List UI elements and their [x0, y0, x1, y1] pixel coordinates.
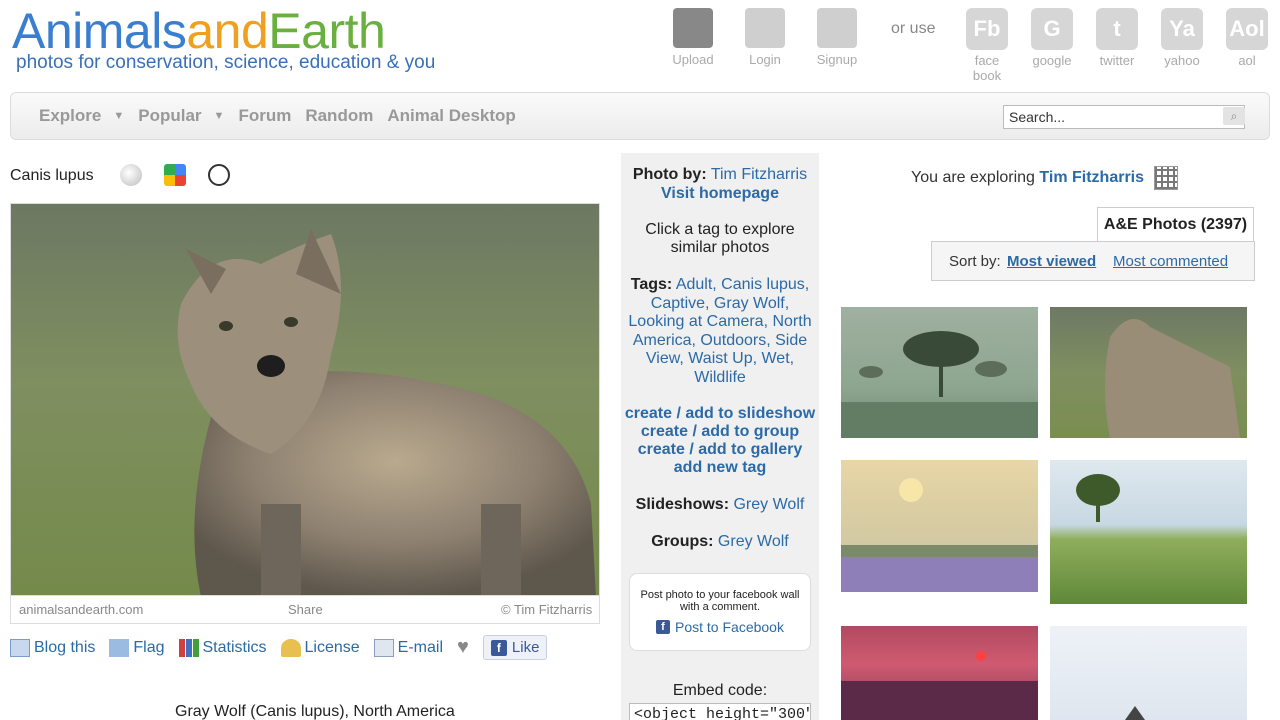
facebook-post-box: Post photo to your facebook wall with a … [629, 573, 811, 651]
chevron-down-icon[interactable]: ▼ [113, 110, 124, 122]
tagline: photos for conservation, science, educat… [16, 52, 436, 73]
thumbnail[interactable] [1050, 460, 1247, 604]
signup-icon [817, 8, 857, 48]
search-icon: ⌕ [1230, 109, 1238, 123]
key-icon [280, 638, 301, 657]
thumbnail-image [841, 331, 1038, 438]
embed-code-field[interactable]: <object height="300" v [629, 703, 811, 720]
photo-caption: Gray Wolf (Canis lupus), North America [175, 703, 455, 720]
species-name: Canis lupus [10, 167, 94, 184]
heart-icon: ♥ [457, 636, 469, 658]
envelope-icon [373, 638, 394, 657]
photographer-credit: Photo by: Tim Fitzharris [632, 166, 808, 183]
aol-login[interactable]: Aol aol [1224, 8, 1270, 83]
thumbnail[interactable] [1050, 626, 1247, 720]
exploring-label: You are exploring Tim Fitzharris [911, 169, 1145, 186]
nav-forum[interactable]: Forum [238, 106, 291, 126]
facebook-icon: f [656, 620, 671, 634]
thumbnail[interactable] [1050, 307, 1247, 438]
google-login[interactable]: Ggoogle [1029, 8, 1075, 83]
login-icon [745, 8, 785, 48]
search-input[interactable]: Search... [1003, 105, 1245, 129]
visit-homepage-link[interactable]: Visit homepage [661, 185, 779, 202]
facebook-like-button[interactable]: f Like [482, 635, 548, 660]
photo-info-panel: Photo by: Tim Fitzharris Visit homepage … [621, 153, 819, 720]
wolf-photo [11, 204, 599, 595]
sort-most-viewed[interactable]: Most viewed [1007, 253, 1096, 270]
credit-site[interactable]: animalsandearth.com [19, 602, 143, 617]
thumbnail-image [841, 651, 1038, 720]
sort-bar: Sort by: Most viewed Most commented [931, 241, 1255, 281]
main-photo[interactable] [10, 203, 600, 596]
login-button[interactable]: Login [740, 8, 790, 67]
main-navbar: Explore ▼ Popular ▼ Forum Random Animal De… [10, 92, 1270, 140]
thumbnail-image [1105, 319, 1240, 438]
tags-list: Tags: Adult, Canis lupus, Captive, Gray … [628, 276, 812, 386]
thumbnail[interactable] [841, 626, 1038, 720]
google-icon[interactable] [164, 164, 186, 186]
encyclopedia-icon[interactable] [208, 164, 230, 186]
facebook-icon: f [490, 639, 507, 656]
upload-icon [673, 8, 713, 48]
upload-button[interactable]: Upload [668, 8, 718, 67]
yahoo-icon: Ya [1161, 8, 1203, 50]
thumbnail-image [1076, 474, 1120, 522]
photo-credit-bar: animalsandearth.com Share © Tim Fitzharr… [10, 596, 600, 624]
license-link[interactable]: License [280, 638, 360, 657]
group-link[interactable]: Grey Wolf [718, 533, 789, 550]
flag-link[interactable]: Flag [109, 638, 165, 657]
photo-tools: Blog this Flag Statistics License E-mail… [10, 635, 548, 660]
globe-icon[interactable] [120, 164, 142, 186]
twitter-login[interactable]: t twitter [1094, 8, 1140, 83]
email-link[interactable]: E-mail [373, 638, 443, 657]
aol-icon: Aol [1226, 8, 1268, 50]
nav-animal-desktop[interactable]: Animal Desktop [387, 106, 515, 126]
tag-hint: Click a tag to explore similar photos [645, 221, 795, 256]
explore-user-link[interactable]: Tim Fitzharris [1039, 169, 1144, 186]
thumbnail-image [1125, 706, 1145, 720]
add-new-tag-link[interactable]: add new tag [621, 459, 819, 477]
search-button[interactable]: ⌕ [1223, 107, 1245, 125]
thumbnail[interactable] [841, 307, 1038, 438]
slideshows-row: Slideshows: Grey Wolf [635, 496, 805, 513]
collection-actions: create / add to slideshow create / add t… [621, 405, 819, 477]
photographer-link[interactable]: Tim Fitzharris [711, 166, 807, 183]
sort-most-commented[interactable]: Most commented [1113, 253, 1228, 270]
post-to-facebook-link[interactable]: f Post to Facebook [630, 619, 810, 635]
copyright-text: © Tim Fitzharris [501, 602, 593, 617]
blog-icon [10, 638, 30, 657]
facebook-login[interactable]: Fb face book [964, 8, 1010, 83]
favorite-button[interactable]: ♥ [457, 636, 469, 659]
add-to-group-link[interactable]: create / add to group [621, 423, 819, 441]
twitter-icon: t [1096, 8, 1138, 50]
facebook-icon: Fb [966, 8, 1008, 50]
account-actions: Upload Login Signup [668, 8, 884, 67]
tab-ae-photos[interactable]: A&E Photos (2397) [1097, 207, 1254, 241]
signup-button[interactable]: Signup [812, 8, 862, 67]
share-link[interactable]: Share [288, 602, 323, 617]
species-links [120, 164, 252, 186]
yahoo-login[interactable]: Ya yahoo [1159, 8, 1205, 83]
add-to-slideshow-link[interactable]: create / add to slideshow [621, 405, 819, 423]
social-login: Fb face book Ggoogle t twitter Ya yahoo Aol… [964, 8, 1280, 83]
add-to-gallery-link[interactable]: create / add to gallery [621, 441, 819, 459]
chevron-down-icon[interactable]: ▼ [214, 110, 225, 122]
nav-random[interactable]: Random [305, 106, 373, 126]
embed-label: Embed code: [672, 682, 768, 699]
google-icon: G [1031, 8, 1073, 50]
grid-view-icon[interactable] [1154, 166, 1178, 190]
groups-row: Groups: Grey Wolf [651, 533, 789, 550]
flag-icon [109, 638, 130, 657]
slideshow-link[interactable]: Grey Wolf [733, 496, 804, 513]
or-use-label: or use [891, 20, 936, 37]
nav-popular[interactable]: Popular ▼ [138, 106, 224, 126]
thumbnail-image [841, 478, 1038, 592]
site-logo[interactable]: AnimalsandEarth photos for conservation,… [12, 2, 435, 74]
blog-this-link[interactable]: Blog this [10, 638, 95, 657]
thumbnail[interactable] [841, 460, 1038, 592]
bar-chart-icon [178, 638, 199, 657]
statistics-link[interactable]: Statistics [178, 638, 267, 657]
nav-explore[interactable]: Explore ▼ [39, 106, 124, 126]
